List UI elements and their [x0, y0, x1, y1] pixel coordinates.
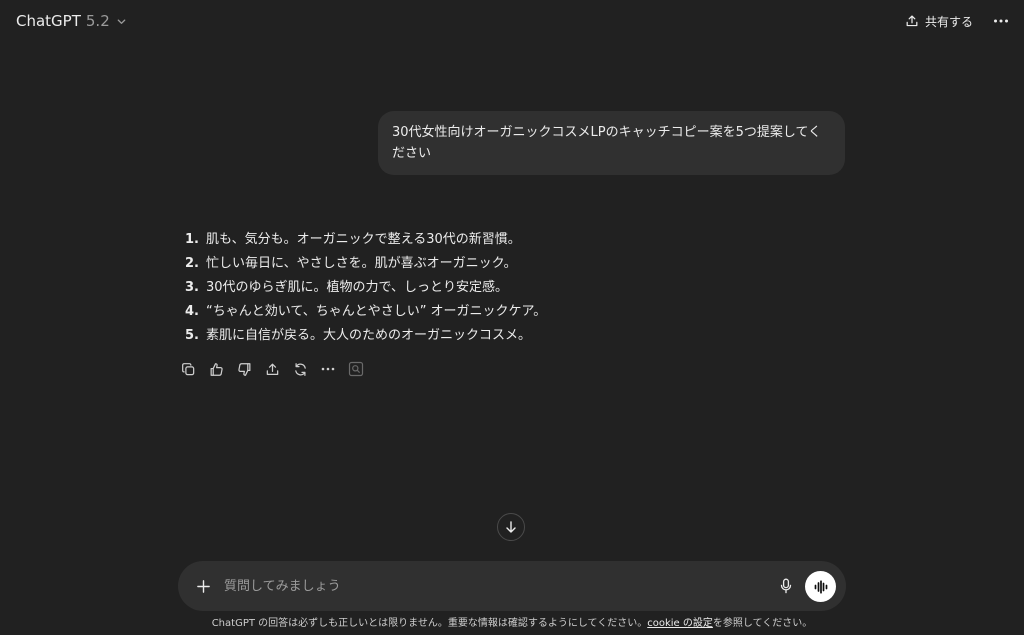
microphone-icon	[779, 578, 793, 594]
disclaimer-text: ChatGPT の回答は必ずしも正しいとは限りません。重要な情報は確認するように…	[211, 618, 648, 629]
bad-response-button[interactable]	[230, 358, 258, 380]
list-item: 1. 肌も、気分も。オーガニックで整える30代の新習慣。	[178, 228, 546, 252]
chevron-down-icon	[116, 16, 127, 27]
response-actions	[174, 358, 370, 380]
list-item: 2. 忙しい毎日に、やさしさを。肌が喜ぶオーガニック。	[178, 252, 546, 276]
list-item: 4. “ちゃんと効いて、ちゃんとやさしい” オーガニックケア。	[178, 300, 546, 324]
share-button[interactable]: 共有する	[897, 8, 981, 34]
list-item: 3. 30代のゆらぎ肌に。植物の力で、しっとり安定感。	[178, 276, 546, 300]
list-item-text: 肌も、気分も。オーガニックで整える30代の新習慣。	[206, 232, 521, 247]
list-item: 5. 素肌に自信が戻る。大人のためのオーガニックコスメ。	[178, 324, 546, 348]
list-item-text: 忙しい毎日に、やさしさを。肌が喜ぶオーガニック。	[206, 256, 517, 271]
search-icon	[348, 361, 364, 377]
voice-waveform-icon	[813, 579, 829, 594]
user-message-text: 30代女性向けオーガニックコスメLPのキャッチコピー案を5つ提案してください	[392, 125, 822, 161]
regenerate-button[interactable]	[286, 358, 314, 380]
more-options-button[interactable]	[986, 8, 1016, 34]
more-horizontal-icon	[993, 18, 1009, 24]
model-switcher[interactable]: ChatGPT 5.2	[10, 8, 133, 34]
chat-page: ChatGPT 5.2 共有する 30代女性向けオーガニックコスメLPのキャッチ…	[0, 0, 1024, 635]
list-item-number: 4.	[185, 304, 199, 319]
share-label: 共有する	[925, 14, 974, 29]
disclaimer-text-end: を参照してください。	[712, 618, 813, 629]
message-composer	[178, 561, 846, 611]
good-response-button[interactable]	[202, 358, 230, 380]
user-message-bubble: 30代女性向けオーガニックコスメLPのキャッチコピー案を5つ提案してください	[378, 111, 845, 175]
list-item-number: 1.	[185, 232, 199, 247]
share-icon	[265, 362, 280, 377]
model-name: ChatGPT	[16, 12, 81, 30]
message-input[interactable]	[224, 573, 764, 599]
list-item-text: 30代のゆらぎ肌に。植物の力で、しっとり安定感。	[206, 280, 509, 295]
thumbs-down-icon	[237, 362, 252, 377]
arrow-down-icon	[504, 520, 518, 534]
more-horizontal-icon	[321, 366, 335, 372]
copy-icon	[181, 362, 196, 377]
scroll-to-bottom-button[interactable]	[497, 513, 525, 541]
list-item-text: “ちゃんと効いて、ちゃんとやさしい” オーガニックケア。	[206, 304, 547, 319]
list-item-number: 3.	[185, 280, 199, 295]
copy-button[interactable]	[174, 358, 202, 380]
search-sources-button[interactable]	[342, 358, 370, 380]
thumbs-up-icon	[209, 362, 224, 377]
model-version: 5.2	[85, 12, 110, 30]
voice-mode-button[interactable]	[805, 571, 836, 602]
list-item-number: 2.	[185, 256, 199, 271]
disclaimer: ChatGPT の回答は必ずしも正しいとは限りません。重要な情報は確認するように…	[0, 617, 1024, 631]
more-actions-button[interactable]	[314, 358, 342, 380]
top-bar: ChatGPT 5.2 共有する	[0, 0, 1024, 42]
regenerate-icon	[293, 362, 308, 377]
dictation-button[interactable]	[773, 573, 799, 599]
share-response-button[interactable]	[258, 358, 286, 380]
share-icon	[905, 14, 919, 28]
assistant-response-list: 1. 肌も、気分も。オーガニックで整える30代の新習慣。 2. 忙しい毎日に、や…	[178, 228, 546, 348]
list-item-text: 素肌に自信が戻る。大人のためのオーガニックコスメ。	[206, 328, 532, 343]
list-item-number: 5.	[185, 328, 199, 343]
plus-icon	[196, 579, 211, 594]
add-attachment-button[interactable]	[190, 573, 216, 599]
cookie-settings-link[interactable]: cookie の設定	[647, 618, 713, 629]
